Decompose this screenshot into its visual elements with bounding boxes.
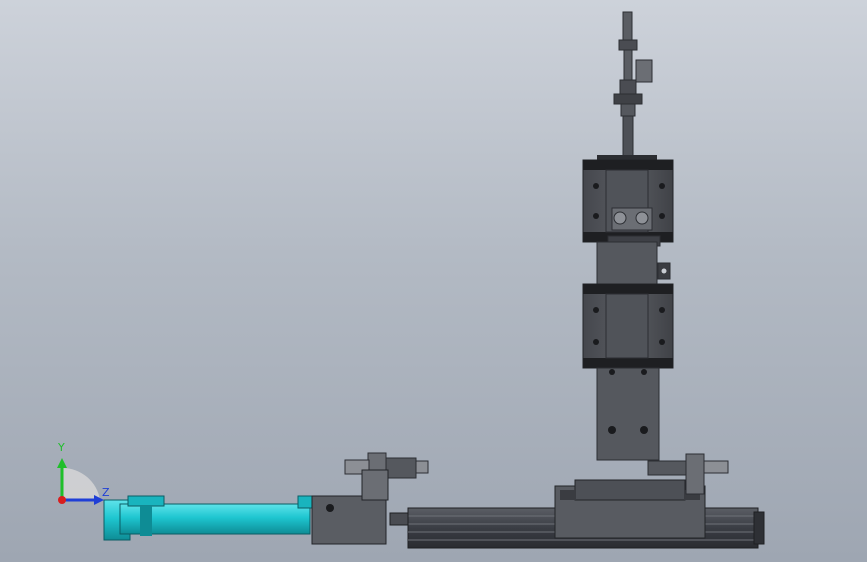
x-axis-dot [58,496,66,504]
pneumatic-cylinder[interactable] [103,495,349,541]
upper-slide-block[interactable] [582,155,674,247]
y-axis-label: Y [58,441,65,454]
graphics-viewport[interactable]: Y Z [0,0,867,562]
vertical-sensor-shaft [613,11,653,157]
model-canvas[interactable] [0,0,867,562]
z-axis-label: Z [102,486,110,499]
coordinate-triad [57,458,104,505]
lower-slide-block[interactable] [582,283,674,369]
vertical-column [596,367,660,461]
rail-carriage[interactable] [554,479,706,539]
cylinder-mount-bracket [311,469,389,545]
middle-mount-plate [596,241,671,287]
